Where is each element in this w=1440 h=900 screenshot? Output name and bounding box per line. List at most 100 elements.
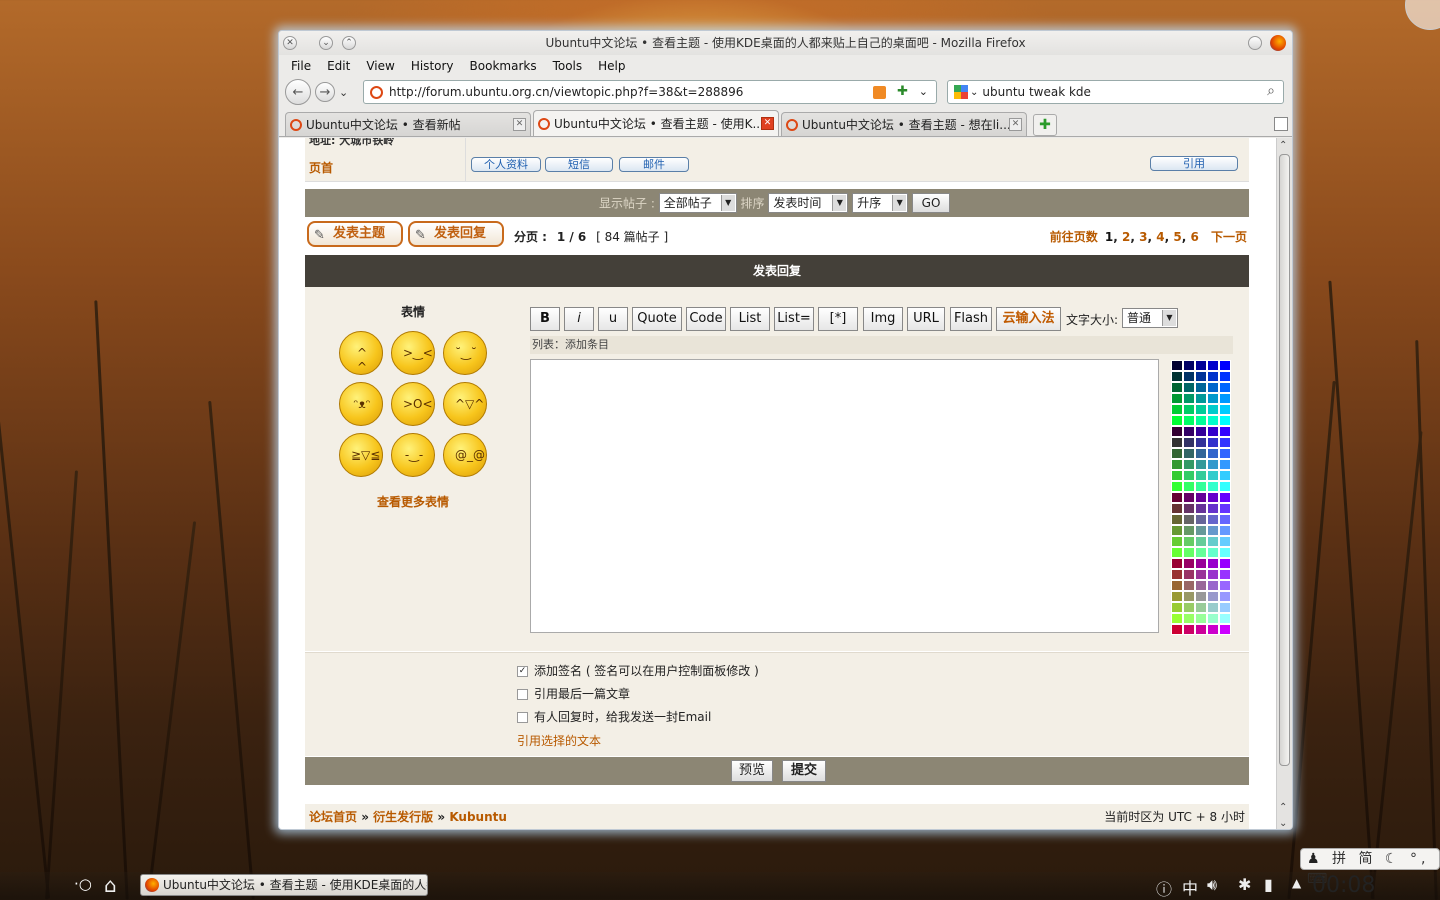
palette-swatch[interactable] bbox=[1207, 404, 1219, 415]
palette-swatch[interactable] bbox=[1183, 415, 1195, 426]
menu-tools[interactable]: Tools bbox=[545, 59, 591, 73]
page-link[interactable]: 2 bbox=[1122, 230, 1130, 244]
quote-selected-link[interactable]: 引用选择的文本 bbox=[517, 732, 601, 749]
breadcrumb-derivatives[interactable]: 衍生发行版 bbox=[373, 810, 433, 824]
palette-swatch[interactable] bbox=[1207, 525, 1219, 536]
palette-swatch[interactable] bbox=[1207, 426, 1219, 437]
palette-swatch[interactable] bbox=[1207, 536, 1219, 547]
palette-swatch[interactable] bbox=[1219, 492, 1231, 503]
palette-swatch[interactable] bbox=[1219, 624, 1231, 635]
page-link[interactable]: 3 bbox=[1139, 230, 1147, 244]
menu-file[interactable]: File bbox=[283, 59, 319, 73]
palette-swatch[interactable] bbox=[1183, 459, 1195, 470]
palette-swatch[interactable] bbox=[1207, 558, 1219, 569]
palette-swatch[interactable] bbox=[1195, 415, 1207, 426]
palette-swatch[interactable] bbox=[1171, 393, 1183, 404]
menu-help[interactable]: Help bbox=[590, 59, 633, 73]
palette-swatch[interactable] bbox=[1171, 360, 1183, 371]
pm-button[interactable]: 短信 bbox=[545, 157, 613, 172]
palette-swatch[interactable] bbox=[1171, 481, 1183, 492]
palette-swatch[interactable] bbox=[1219, 602, 1231, 613]
url-button[interactable]: URL bbox=[907, 307, 945, 331]
submit-button[interactable]: 提交 bbox=[782, 760, 826, 782]
color-palette[interactable] bbox=[1171, 360, 1231, 635]
more-smilies-link[interactable]: 查看更多表情 bbox=[377, 493, 449, 510]
forward-icon[interactable]: → bbox=[315, 82, 335, 102]
menu-history[interactable]: History bbox=[403, 59, 462, 73]
palette-swatch[interactable] bbox=[1219, 547, 1231, 558]
palette-swatch[interactable] bbox=[1171, 514, 1183, 525]
email-button[interactable]: 邮件 bbox=[619, 157, 689, 172]
palette-swatch[interactable] bbox=[1195, 371, 1207, 382]
palette-swatch[interactable] bbox=[1219, 437, 1231, 448]
palette-swatch[interactable] bbox=[1171, 404, 1183, 415]
quote-last-checkbox[interactable] bbox=[517, 689, 528, 700]
close-tab-icon[interactable]: ✕ bbox=[513, 118, 526, 131]
palette-swatch[interactable] bbox=[1207, 503, 1219, 514]
palette-swatch[interactable] bbox=[1207, 613, 1219, 624]
palette-swatch[interactable] bbox=[1219, 382, 1231, 393]
img-button[interactable]: Img bbox=[863, 307, 903, 331]
palette-swatch[interactable] bbox=[1195, 558, 1207, 569]
palette-swatch[interactable] bbox=[1195, 536, 1207, 547]
chinese-input-icon[interactable]: 中 bbox=[1182, 875, 1198, 899]
palette-swatch[interactable] bbox=[1183, 514, 1195, 525]
search-engine-dropdown-icon[interactable]: ⌄ bbox=[970, 87, 978, 98]
palette-swatch[interactable] bbox=[1207, 360, 1219, 371]
laugh-emoji-icon[interactable]: >O< bbox=[391, 382, 435, 426]
palette-swatch[interactable] bbox=[1195, 481, 1207, 492]
palette-swatch[interactable] bbox=[1183, 547, 1195, 558]
message-textarea[interactable] bbox=[530, 359, 1159, 633]
palette-swatch[interactable] bbox=[1207, 514, 1219, 525]
url-bar[interactable]: http://forum.ubuntu.org.cn/viewtopic.php… bbox=[363, 80, 937, 104]
palette-swatch[interactable] bbox=[1195, 459, 1207, 470]
palette-swatch[interactable] bbox=[1171, 415, 1183, 426]
search-icon[interactable]: ⌕ bbox=[1267, 83, 1275, 99]
palette-swatch[interactable] bbox=[1219, 426, 1231, 437]
menu-edit[interactable]: Edit bbox=[319, 59, 358, 73]
palette-swatch[interactable] bbox=[1183, 448, 1195, 459]
palette-swatch[interactable] bbox=[1171, 503, 1183, 514]
palette-swatch[interactable] bbox=[1171, 624, 1183, 635]
smile-emoji-icon[interactable]: ^ ^ bbox=[339, 331, 383, 375]
signature-checkbox[interactable]: ✓ bbox=[517, 666, 528, 677]
palette-swatch[interactable] bbox=[1207, 382, 1219, 393]
palette-swatch[interactable] bbox=[1171, 547, 1183, 558]
vertical-scrollbar[interactable]: ⌃ ⌃ ⌄ bbox=[1276, 138, 1292, 829]
clock[interactable]: 00:08 bbox=[1312, 873, 1375, 898]
palette-swatch[interactable] bbox=[1195, 624, 1207, 635]
palette-swatch[interactable] bbox=[1183, 492, 1195, 503]
palette-swatch[interactable] bbox=[1195, 602, 1207, 613]
history-dropdown-icon[interactable]: ⌄ bbox=[339, 86, 348, 99]
new-topic-button[interactable]: ✎ 发表主题 bbox=[307, 221, 403, 247]
grin-sweat-emoji-icon[interactable]: ^▽^ bbox=[443, 382, 487, 426]
reply-button[interactable]: ✎ 发表回复 bbox=[408, 221, 504, 247]
palette-swatch[interactable] bbox=[1219, 393, 1231, 404]
palette-swatch[interactable] bbox=[1171, 371, 1183, 382]
minimize-icon[interactable]: ⌄ bbox=[319, 36, 333, 50]
close-tab-icon[interactable]: ✕ bbox=[1009, 118, 1022, 131]
palette-swatch[interactable] bbox=[1195, 492, 1207, 503]
palette-swatch[interactable] bbox=[1207, 624, 1219, 635]
palette-swatch[interactable] bbox=[1195, 382, 1207, 393]
next-page-link[interactable]: 下一页 bbox=[1211, 230, 1247, 244]
palette-swatch[interactable] bbox=[1171, 470, 1183, 481]
rss-icon[interactable] bbox=[873, 86, 886, 99]
palette-swatch[interactable] bbox=[1183, 536, 1195, 547]
new-tab-icon[interactable]: ✚ bbox=[1033, 114, 1057, 136]
palette-swatch[interactable] bbox=[1207, 569, 1219, 580]
palette-swatch[interactable] bbox=[1207, 547, 1219, 558]
palette-swatch[interactable] bbox=[1171, 437, 1183, 448]
flash-button[interactable]: Flash bbox=[950, 307, 992, 331]
palette-swatch[interactable] bbox=[1183, 360, 1195, 371]
palette-swatch[interactable] bbox=[1183, 558, 1195, 569]
palette-swatch[interactable] bbox=[1207, 393, 1219, 404]
palette-swatch[interactable] bbox=[1183, 613, 1195, 624]
list-ordered-button[interactable]: List= bbox=[774, 307, 814, 331]
palette-swatch[interactable] bbox=[1195, 569, 1207, 580]
palette-swatch[interactable] bbox=[1195, 580, 1207, 591]
top-link[interactable]: 页首 bbox=[309, 159, 333, 176]
info-icon[interactable]: ⓘ bbox=[1156, 876, 1172, 900]
scroll-thumb[interactable] bbox=[1279, 154, 1290, 766]
palette-swatch[interactable] bbox=[1195, 393, 1207, 404]
